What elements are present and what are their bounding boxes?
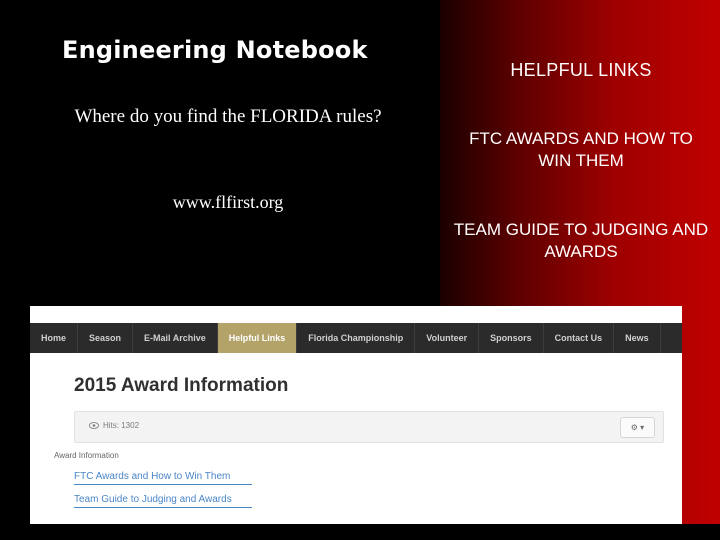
site-navbar: Home Season E-Mail Archive Helpful Links… [30, 323, 682, 353]
link-ftc-awards-how-to-win[interactable]: FTC Awards and How to Win Them [74, 471, 230, 482]
link-underline-1 [74, 484, 252, 485]
nav-item-sponsors[interactable]: Sponsors [479, 323, 544, 353]
page-title: Engineering Notebook [62, 36, 368, 64]
nav-item-season[interactable]: Season [78, 323, 134, 353]
hits-bar: Hits: 1302 ⚙ ▾ [74, 411, 664, 443]
question-text: Where do you find the FLORIDA rules? [74, 106, 382, 127]
slide: Engineering Notebook Where do you find t… [0, 0, 720, 540]
helpful-link-team-guide: TEAM GUIDE TO JUDGING AND AWARDS [453, 220, 709, 261]
nav-item-volunteer[interactable]: Volunteer [415, 323, 480, 353]
nav-item-email-archive[interactable]: E-Mail Archive [133, 323, 218, 353]
award-information-label: Award Information [54, 451, 119, 460]
link-underline-2 [74, 507, 252, 508]
nav-item-contact-us[interactable]: Contact Us [544, 323, 615, 353]
nav-item-helpful-links[interactable]: Helpful Links [217, 323, 298, 353]
site-content-area: 2015 Award Information Hits: 1302 ⚙ ▾ Aw… [44, 353, 682, 524]
nav-item-florida-championship[interactable]: Florida Championship [297, 323, 416, 353]
helpful-links-heading: HELPFUL LINKS [510, 60, 652, 80]
website-screenshot: Home Season E-Mail Archive Helpful Links… [30, 306, 682, 524]
hits-counter: Hits: 1302 [89, 421, 139, 430]
award-information-title: 2015 Award Information [74, 375, 289, 396]
bottom-black-strip [0, 524, 720, 540]
eye-icon [89, 422, 99, 429]
link-team-guide-judging-awards[interactable]: Team Guide to Judging and Awards [74, 494, 232, 505]
hits-count-label: Hits: 1302 [103, 421, 140, 430]
website-url-text: www.flfirst.org [172, 192, 284, 212]
nav-item-home[interactable]: Home [30, 323, 79, 353]
gear-icon[interactable]: ⚙ ▾ [620, 417, 655, 438]
helpful-link-ftc-awards: FTC AWARDS AND HOW TO WIN THEM [469, 129, 693, 170]
nav-item-news[interactable]: News [614, 323, 661, 353]
